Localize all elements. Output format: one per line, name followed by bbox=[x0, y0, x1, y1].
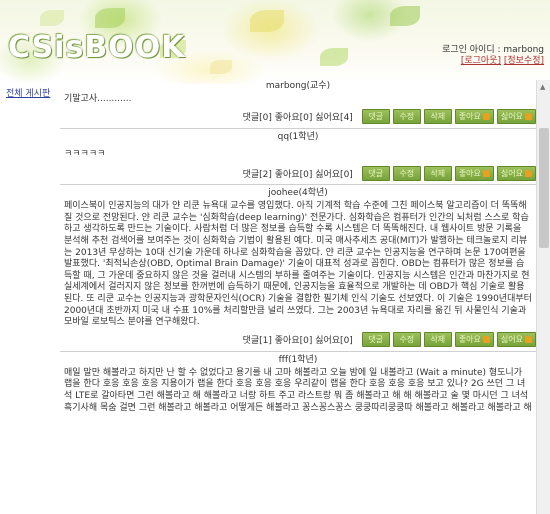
thumbs-up-icon bbox=[482, 336, 490, 344]
post-author: fff(1학년) bbox=[278, 354, 318, 365]
dislike-button[interactable]: 싫어요 bbox=[496, 109, 536, 125]
like-button[interactable]: 좋아요 bbox=[454, 165, 494, 181]
post-footer: 댓글[1] 좋아요[0] 싫어요[0] 댓글 수정 삭제 좋아요 싫어요 bbox=[60, 331, 536, 349]
reply-button[interactable]: 댓글 bbox=[361, 109, 390, 125]
edit-button[interactable]: 수정 bbox=[392, 109, 421, 125]
site-logo[interactable]: CSisBOOK bbox=[8, 30, 185, 65]
scrollbar-thumb[interactable] bbox=[539, 128, 549, 248]
like-button[interactable]: 좋아요 bbox=[454, 332, 494, 348]
like-button[interactable]: 좋아요 bbox=[454, 109, 494, 125]
leaf-decoration bbox=[390, 6, 420, 26]
reply-button[interactable]: 댓글 bbox=[361, 332, 390, 348]
thumbs-down-icon bbox=[525, 113, 532, 121]
dislike-label: 싫어요 bbox=[500, 335, 523, 345]
thumbs-down-icon bbox=[525, 169, 532, 177]
edit-button[interactable]: 수정 bbox=[392, 165, 421, 181]
delete-button[interactable]: 삭제 bbox=[423, 109, 452, 125]
post-body: 기말고사............ bbox=[64, 94, 132, 104]
post-divider bbox=[60, 350, 536, 352]
post-item: qq(1학년) ㅋㅋㅋㅋㅋ 댓글[2] 좋아요[0] 싫어요[0] 댓글 수정 … bbox=[60, 131, 536, 186]
like-label: 좋아요 bbox=[458, 112, 481, 122]
thumbs-up-icon bbox=[482, 169, 490, 177]
dislike-button[interactable]: 싫어요 bbox=[496, 165, 536, 181]
delete-button[interactable]: 삭제 bbox=[423, 332, 452, 348]
post-author: qq(1학년) bbox=[277, 131, 319, 142]
post-counts: 댓글[2] 좋아요[0] 싫어요[0] bbox=[242, 169, 353, 180]
post-counts: 댓글[0] 좋아요[0] 싫어요[4] bbox=[242, 113, 353, 124]
leaf-decoration bbox=[210, 60, 232, 74]
logout-link[interactable]: [로그아웃] bbox=[461, 56, 501, 66]
post-body: 매일 말만 해볼라고 하지만 난 할 수 없었다고 용기를 내 고마 해볼라고 … bbox=[64, 367, 532, 413]
post-divider bbox=[60, 127, 536, 129]
post-author: joohee(4학년) bbox=[268, 188, 328, 199]
edit-button[interactable]: 수정 bbox=[392, 332, 421, 348]
account-links: [로그아웃] [정보수정] bbox=[461, 53, 544, 66]
thumbs-up-icon bbox=[482, 113, 490, 121]
scroll-up-arrow-icon[interactable]: ▲ bbox=[540, 83, 545, 91]
header-banner: CSisBOOK 로그인 아이디 : marbong [로그아웃] [정보수정] bbox=[0, 0, 550, 84]
delete-button[interactable]: 삭제 bbox=[423, 165, 452, 181]
post-board: marbong(교수) 기말고사............ 댓글[0] 좋아요[0… bbox=[60, 80, 536, 514]
dislike-button[interactable]: 싫어요 bbox=[496, 332, 536, 348]
leaf-decoration bbox=[320, 48, 348, 66]
leaf-decoration bbox=[40, 10, 64, 26]
like-label: 좋아요 bbox=[458, 335, 481, 345]
left-nav: 전체 게시판 bbox=[6, 86, 50, 99]
reply-button[interactable]: 댓글 bbox=[361, 165, 390, 181]
vertical-scrollbar[interactable]: ▲ bbox=[536, 80, 550, 514]
post-divider bbox=[60, 184, 536, 186]
edit-info-link[interactable]: [정보수정] bbox=[504, 56, 544, 66]
post-author: marbong(교수) bbox=[265, 81, 331, 91]
post-footer: 댓글[0] 좋아요[0] 싫어요[4] 댓글 수정 삭제 좋아요 싫어요 bbox=[60, 108, 536, 126]
post-item: marbong(교수) 기말고사............ 댓글[0] 좋아요[0… bbox=[60, 80, 536, 129]
all-posts-link[interactable]: 전체 게시판 bbox=[6, 89, 50, 99]
post-counts: 댓글[1] 좋아요[0] 싫어요[0] bbox=[242, 336, 353, 347]
like-label: 좋아요 bbox=[458, 168, 481, 178]
post-item: fff(1학년) 매일 말만 해볼라고 하지만 난 할 수 없었다고 용기를 내… bbox=[60, 354, 536, 416]
post-item: joohee(4학년) 페이스북이 인공지능의 대가 얀 리쿤 뉴욕대 교수를 … bbox=[60, 187, 536, 352]
leaf-decoration bbox=[250, 10, 284, 32]
post-body: 페이스북이 인공지능의 대가 얀 리쿤 뉴욕대 교수를 영입했다. 아직 기계적… bbox=[64, 201, 532, 328]
dislike-label: 싫어요 bbox=[500, 168, 523, 178]
dislike-label: 싫어요 bbox=[500, 112, 523, 122]
post-body: ㅋㅋㅋㅋㅋ bbox=[64, 148, 106, 159]
leaf-decoration bbox=[95, 8, 125, 28]
thumbs-down-icon bbox=[525, 336, 532, 344]
post-footer: 댓글[2] 좋아요[0] 싫어요[0] 댓글 수정 삭제 좋아요 싫어요 bbox=[60, 164, 536, 182]
